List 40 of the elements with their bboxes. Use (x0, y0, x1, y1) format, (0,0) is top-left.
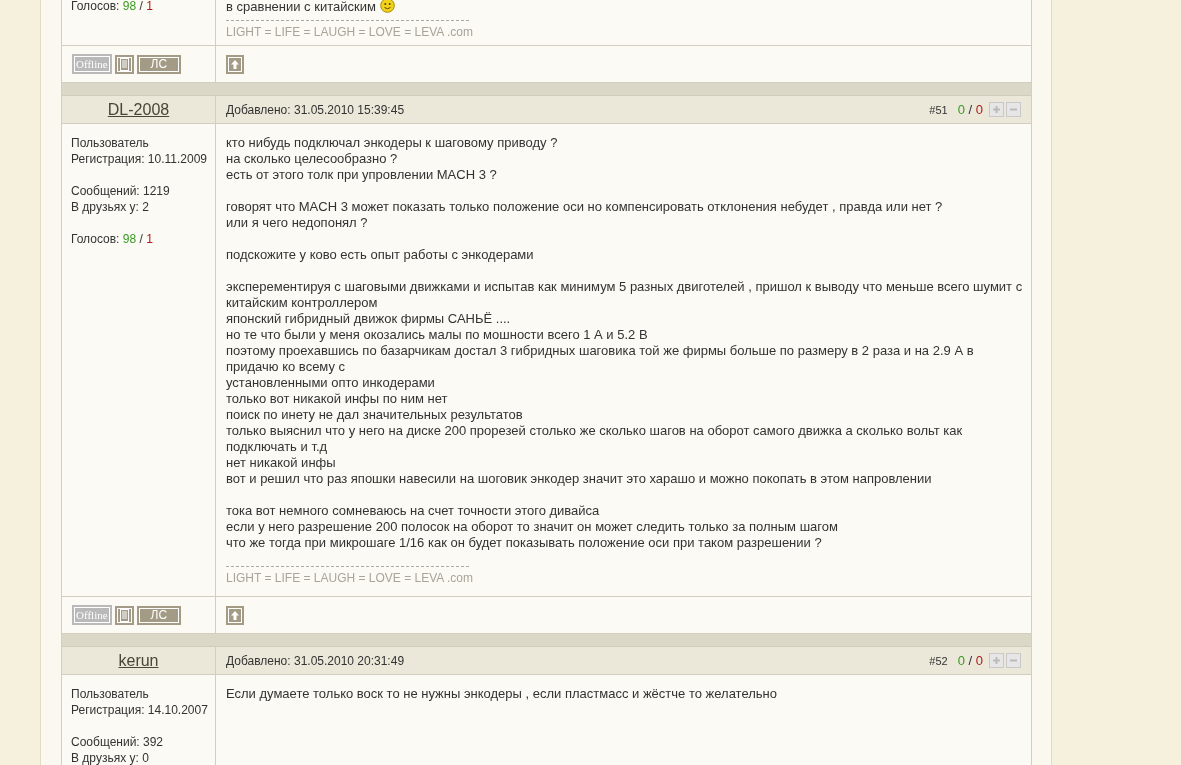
post-text: говорят что MACH 3 может показать только положение оси но компенсировать отклонения небудет , правда или нет ? (226, 199, 944, 215)
post-number[interactable]: #51 (929, 103, 948, 116)
user-info-text: Регистрация: 14.10.2007 (71, 702, 209, 718)
author-link[interactable]: DL-2008 (107, 100, 170, 119)
post-rating: 0 / 0 (957, 102, 983, 117)
post-text: если у него разрешение 200 полосок на оборот то значит он может следить только за полным шагом (226, 519, 839, 535)
user-info-text: Сообщений: 392 (71, 734, 165, 750)
post-text: поиск по инету не дал значительных результатов (226, 407, 524, 423)
author-link[interactable]: kerun (118, 651, 159, 670)
user-info-text: В друзьях у: 2 (71, 199, 150, 215)
post-date: Добавлено: 31.05.2010 15:39:45 (226, 102, 406, 117)
user-info-text: Сообщений: 1219 (71, 183, 171, 199)
user-info-text: Регистрация: 10.11.2009 (71, 151, 208, 167)
post-text: Если думаете только воск то не нужны энкодеры , если пластмасс и жёстче то желательно (226, 686, 778, 702)
post-text: но те что были у меня окозались малы по мошности всего 1 А и 5.2 В (226, 327, 649, 343)
post-text: в сравнении с китайским (226, 0, 1023, 15)
user-info-text: В друзьях у: 0 (71, 750, 150, 765)
post-text: нет никакой инфы (226, 455, 337, 471)
post-text: тока вот немного сомневаюсь на счет точности этого дивайса (226, 503, 601, 519)
post-text: или я чего недопонял ? (226, 215, 369, 231)
post-text: есть от этого толк при упровлении MACH 3 ? (226, 167, 498, 183)
signature-text: LIGHT = LIFE = LAUGH = LOVE = LEVA .com (226, 24, 474, 40)
user-votes: Голосов: 98 / 1 (71, 0, 154, 14)
post-text: вот и решил что раз япошки навесили на шоговик энкодер значит это харашо и можно покопать в этом напровлении (226, 471, 933, 487)
signature-text: LIGHT = LIFE = LAUGH = LOVE = LEVA .com (226, 570, 474, 586)
user-votes: Голосов: 98 / 1 (71, 231, 154, 247)
post-text: японский гибридный движок фирмы САНЬЁ .... (226, 311, 512, 327)
offline-badge: Offline (72, 54, 112, 74)
post-text: на сколько целесообразно ? (226, 151, 399, 167)
post-date: Добавлено: 31.05.2010 20:31:49 (226, 653, 406, 668)
post-number[interactable]: #52 (929, 654, 948, 667)
offline-badge: Offline (72, 605, 112, 625)
post-text: подскожите у ково есть опыт работы с энкодерами (226, 247, 535, 263)
user-info-text: Пользователь (71, 686, 150, 702)
post-text: установленными опто инкодерами (226, 375, 436, 391)
user-info-text: Пользователь (71, 135, 150, 151)
post-text: кто нибудь подключал энкодеры к шаговому приводу ? (226, 135, 559, 151)
post-text: только вот никакой инфы по ним нет (226, 391, 449, 407)
post-rating: 0 / 0 (957, 653, 983, 668)
post-text: что же тогда при микрошаге 1/16 как он будет показывать положение оси при таком разрешении ? (226, 535, 823, 551)
